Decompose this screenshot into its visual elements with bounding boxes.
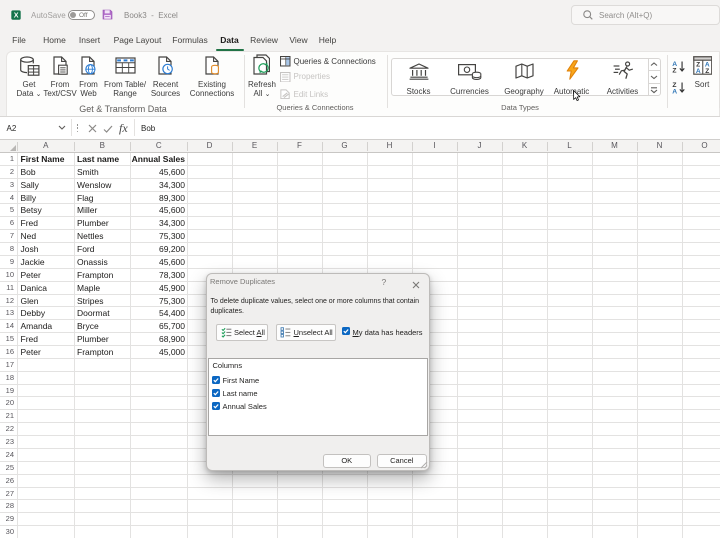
svg-text:X: X xyxy=(14,11,19,19)
svg-text:Z: Z xyxy=(672,67,676,72)
svg-text:Z: Z xyxy=(705,68,709,75)
svg-text:A: A xyxy=(672,88,677,93)
svg-text:A: A xyxy=(695,68,700,75)
